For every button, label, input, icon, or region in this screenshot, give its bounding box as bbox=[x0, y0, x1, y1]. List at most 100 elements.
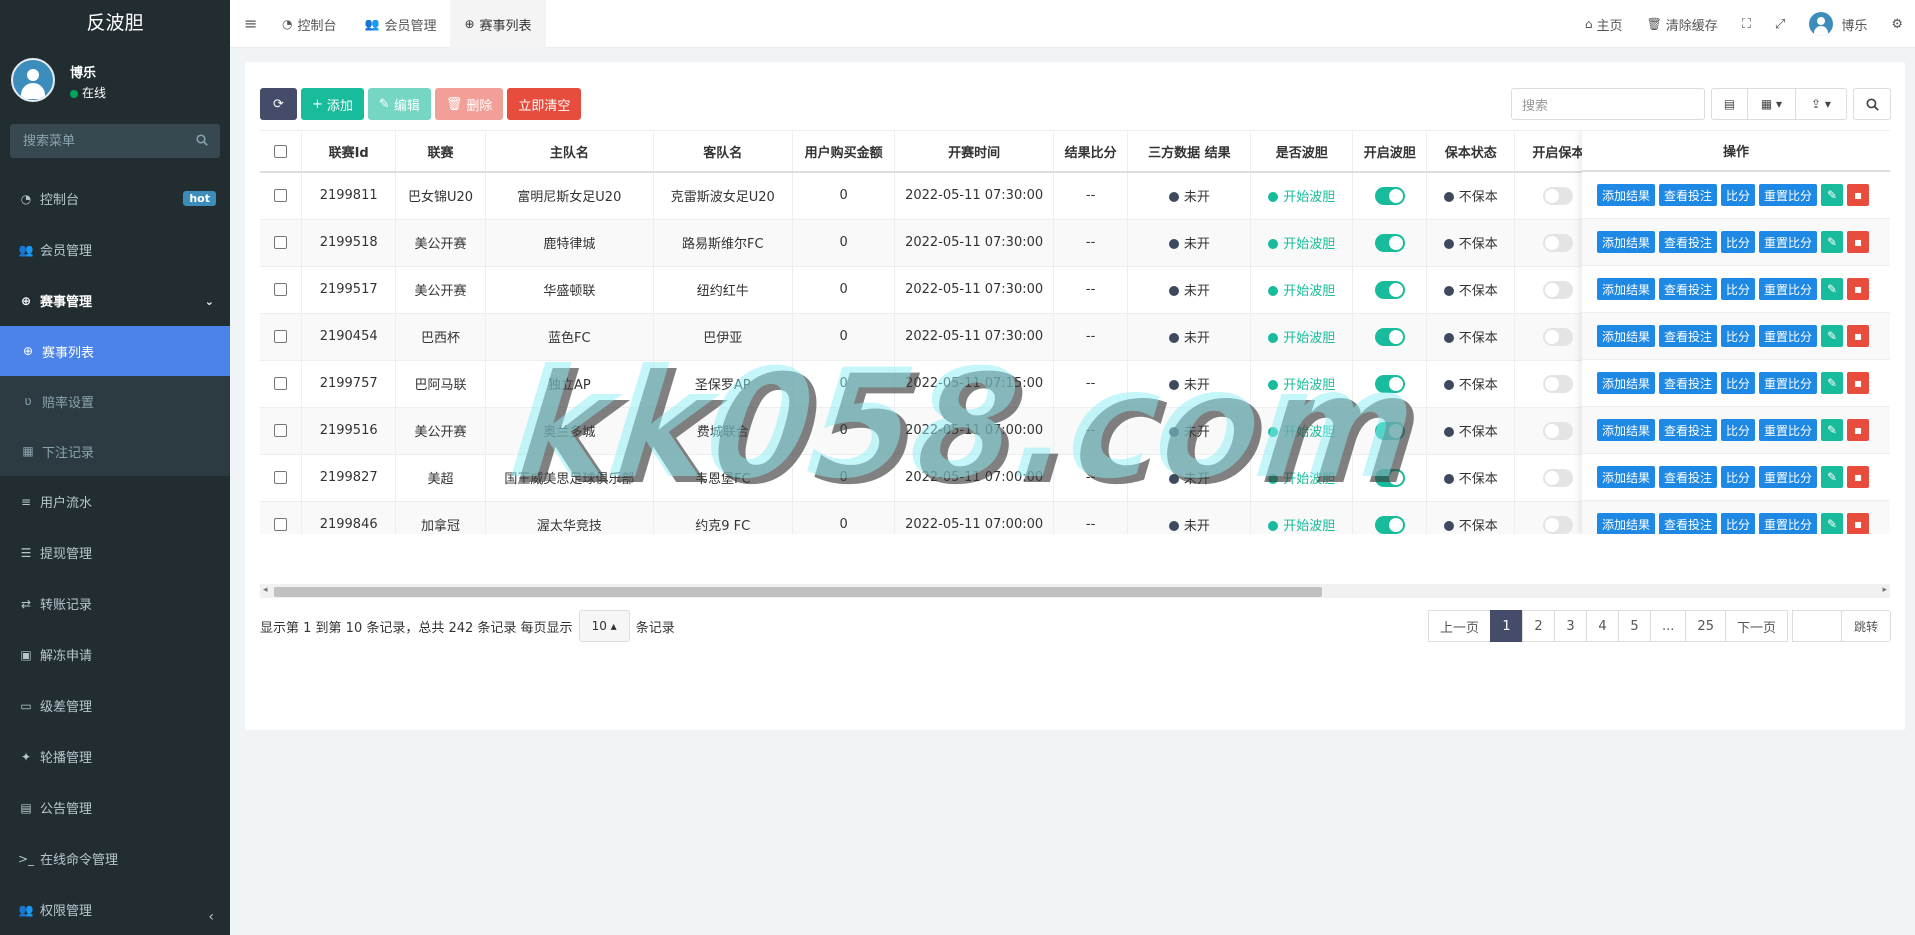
add-result-button[interactable]: 添加结果 bbox=[1597, 513, 1656, 534]
user-menu[interactable]: 博乐 bbox=[1797, 12, 1879, 36]
score-button[interactable]: 比分 bbox=[1721, 325, 1756, 347]
edit-row-button[interactable]: ✎ bbox=[1821, 325, 1844, 347]
columns-button[interactable]: ▦ ▾ bbox=[1748, 89, 1796, 119]
sidebar-item-odds-settings[interactable]: ʋ 赔率设置 bbox=[0, 376, 230, 426]
enable-baoben-toggle[interactable] bbox=[1543, 327, 1574, 346]
enable-bodan-toggle[interactable] bbox=[1374, 233, 1405, 252]
sidebar-item-members[interactable]: 👥 会员管理 bbox=[0, 224, 230, 275]
row-checkbox[interactable] bbox=[274, 377, 288, 390]
delete-button[interactable]: 🗑 删除 bbox=[434, 88, 504, 120]
view-bets-button[interactable]: 查看投注 bbox=[1659, 325, 1718, 347]
edit-row-button[interactable]: ✎ bbox=[1821, 419, 1844, 441]
reset-score-button[interactable]: 重置比分 bbox=[1759, 513, 1818, 534]
sidebar-item-carousel[interactable]: ✦ 轮播管理 bbox=[0, 731, 230, 782]
sidebar-item-transfer[interactable]: ⇄ 转账记录 bbox=[0, 578, 230, 629]
horizontal-scrollbar[interactable]: ◂ ▸ bbox=[260, 584, 1890, 598]
toggle-view-button[interactable]: ▤ bbox=[1712, 89, 1748, 119]
enable-bodan-toggle[interactable] bbox=[1374, 280, 1405, 299]
col-header[interactable]: 开启波胆 bbox=[1352, 131, 1428, 173]
col-header[interactable]: 三方数据 结果 bbox=[1127, 131, 1252, 173]
enable-bodan-toggle[interactable] bbox=[1374, 186, 1405, 205]
tab-match-list[interactable]: ⊕ 赛事列表 bbox=[450, 0, 546, 48]
delete-row-button[interactable]: ▪ bbox=[1847, 231, 1870, 253]
add-button[interactable]: + 添加 bbox=[301, 88, 364, 120]
sidebar-item-announcement[interactable]: ▤ 公告管理 bbox=[0, 782, 230, 833]
score-button[interactable]: 比分 bbox=[1721, 278, 1756, 300]
view-bets-button[interactable]: 查看投注 bbox=[1659, 419, 1718, 441]
menu-search-input[interactable] bbox=[10, 124, 220, 158]
row-checkbox[interactable] bbox=[274, 424, 288, 437]
page-button[interactable]: 5 bbox=[1618, 610, 1652, 642]
next-page-button[interactable]: 下一页 bbox=[1724, 610, 1788, 642]
view-bets-button[interactable]: 查看投注 bbox=[1659, 466, 1718, 488]
delete-row-button[interactable]: ▪ bbox=[1847, 466, 1870, 488]
col-header[interactable]: 客队名 bbox=[653, 131, 794, 173]
enable-bodan-toggle[interactable] bbox=[1374, 327, 1405, 346]
row-checkbox[interactable] bbox=[274, 471, 288, 484]
col-header[interactable]: 联赛 bbox=[395, 131, 487, 173]
enable-bodan-toggle[interactable] bbox=[1374, 421, 1405, 440]
sidebar-item-withdraw[interactable]: ☰ 提现管理 bbox=[0, 527, 230, 578]
edit-row-button[interactable]: ✎ bbox=[1821, 231, 1844, 253]
edit-row-button[interactable]: ✎ bbox=[1821, 184, 1844, 206]
select-all-checkbox[interactable] bbox=[274, 144, 288, 158]
score-button[interactable]: 比分 bbox=[1721, 231, 1756, 253]
row-checkbox[interactable] bbox=[274, 283, 288, 296]
reset-score-button[interactable]: 重置比分 bbox=[1759, 419, 1818, 441]
score-button[interactable]: 比分 bbox=[1721, 466, 1756, 488]
score-button[interactable]: 比分 bbox=[1721, 513, 1756, 534]
enable-bodan-toggle[interactable] bbox=[1374, 468, 1405, 487]
score-button[interactable]: 比分 bbox=[1721, 419, 1756, 441]
row-checkbox[interactable] bbox=[274, 189, 288, 203]
search-icon[interactable] bbox=[196, 134, 208, 146]
row-checkbox[interactable] bbox=[274, 236, 288, 249]
sidebar-item-level-diff[interactable]: ▭ 级差管理 bbox=[0, 680, 230, 731]
delete-row-button[interactable]: ▪ bbox=[1847, 184, 1870, 206]
edit-row-button[interactable]: ✎ bbox=[1821, 466, 1844, 488]
edit-row-button[interactable]: ✎ bbox=[1821, 513, 1844, 534]
add-result-button[interactable]: 添加结果 bbox=[1597, 278, 1656, 300]
page-button[interactable]: 1 bbox=[1490, 610, 1524, 642]
sidebar-item-permissions[interactable]: 👥 权限管理 bbox=[0, 884, 230, 935]
menu-toggle-icon[interactable]: ≡ bbox=[244, 14, 257, 33]
fullscreen-button[interactable]: ⤢ bbox=[1763, 17, 1797, 32]
refresh-button[interactable]: ⟳ bbox=[260, 88, 297, 120]
reset-score-button[interactable]: 重置比分 bbox=[1759, 466, 1818, 488]
delete-row-button[interactable]: ▪ bbox=[1847, 325, 1870, 347]
enable-baoben-toggle[interactable] bbox=[1543, 421, 1574, 440]
reset-score-button[interactable]: 重置比分 bbox=[1759, 278, 1818, 300]
delete-row-button[interactable]: ▪ bbox=[1847, 513, 1870, 534]
page-button[interactable]: 3 bbox=[1554, 610, 1588, 642]
export-button[interactable]: ⇪ ▾ bbox=[1796, 89, 1846, 119]
col-header[interactable]: 主队名 bbox=[485, 131, 654, 173]
home-link[interactable]: ⌂ 主页 bbox=[1573, 15, 1635, 34]
delete-row-button[interactable]: ▪ bbox=[1847, 372, 1870, 394]
view-bets-button[interactable]: 查看投注 bbox=[1659, 184, 1718, 206]
row-checkbox[interactable] bbox=[274, 518, 288, 531]
col-header[interactable]: 用户购买金额 bbox=[792, 131, 896, 173]
enable-baoben-toggle[interactable] bbox=[1543, 468, 1574, 487]
clear-cache-button[interactable]: 🗑 清除缓存 bbox=[1635, 15, 1730, 34]
reset-score-button[interactable]: 重置比分 bbox=[1759, 325, 1818, 347]
chevron-left-icon[interactable]: ‹ bbox=[208, 909, 214, 925]
sidebar-item-dashboard[interactable]: ◔ 控制台 hot bbox=[0, 173, 230, 224]
table-search-input[interactable]: 搜索 bbox=[1511, 88, 1705, 120]
col-header[interactable]: 结果比分 bbox=[1053, 131, 1129, 173]
reset-score-button[interactable]: 重置比分 bbox=[1759, 372, 1818, 394]
enable-baoben-toggle[interactable] bbox=[1543, 233, 1574, 252]
settings-button[interactable]: ⚙ bbox=[1879, 17, 1915, 32]
reset-score-button[interactable]: 重置比分 bbox=[1759, 184, 1818, 206]
edit-button[interactable]: ✎ 编辑 bbox=[367, 88, 431, 120]
reset-score-button[interactable]: 重置比分 bbox=[1759, 231, 1818, 253]
add-result-button[interactable]: 添加结果 bbox=[1597, 372, 1656, 394]
view-bets-button[interactable]: 查看投注 bbox=[1659, 372, 1718, 394]
view-bets-button[interactable]: 查看投注 bbox=[1659, 231, 1718, 253]
view-bets-button[interactable]: 查看投注 bbox=[1659, 513, 1718, 534]
col-header[interactable]: 保本状态 bbox=[1426, 131, 1516, 173]
sidebar-item-online-command[interactable]: >_ 在线命令管理 bbox=[0, 833, 230, 884]
clear-now-button[interactable]: 立即清空 bbox=[507, 88, 582, 120]
add-result-button[interactable]: 添加结果 bbox=[1597, 466, 1656, 488]
scrollbar-thumb[interactable] bbox=[274, 587, 1322, 597]
sidebar-item-unfreeze[interactable]: ▣ 解冻申请 bbox=[0, 629, 230, 680]
sidebar-item-bet-records[interactable]: ▦ 下注记录 bbox=[0, 426, 230, 476]
